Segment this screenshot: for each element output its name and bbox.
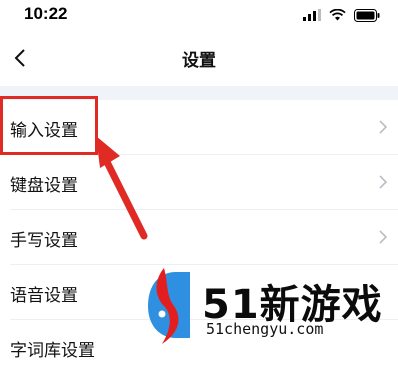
- settings-item-label: 键盘设置: [10, 176, 78, 196]
- chevron-right-icon: [379, 230, 388, 244]
- chevron-right-icon: [379, 120, 388, 134]
- watermark: 51新游戏 51chengyu.com: [138, 262, 398, 359]
- watermark-url: 51chengyu.com: [206, 320, 324, 338]
- settings-item-handwriting[interactable]: 手写设置: [0, 210, 398, 264]
- settings-item-label: 语音设置: [10, 286, 78, 306]
- signal-icon: [303, 9, 321, 21]
- settings-item-keyboard[interactable]: 键盘设置: [0, 155, 398, 209]
- status-icons: [303, 7, 380, 23]
- status-time: 10:22: [24, 4, 68, 23]
- settings-item-label: 字词库设置: [10, 341, 95, 361]
- highlight-box: [0, 96, 98, 155]
- page-title: 设置: [182, 51, 216, 71]
- wifi-icon: [329, 9, 346, 21]
- annotation-arrow-icon: [96, 136, 148, 240]
- watermark-logo-icon: [148, 268, 190, 344]
- navigation-bar: 设置: [0, 30, 398, 86]
- settings-item-label: 手写设置: [10, 231, 78, 251]
- battery-icon: [354, 8, 380, 22]
- chevron-right-icon: [379, 175, 388, 189]
- status-bar: 10:22: [0, 0, 398, 30]
